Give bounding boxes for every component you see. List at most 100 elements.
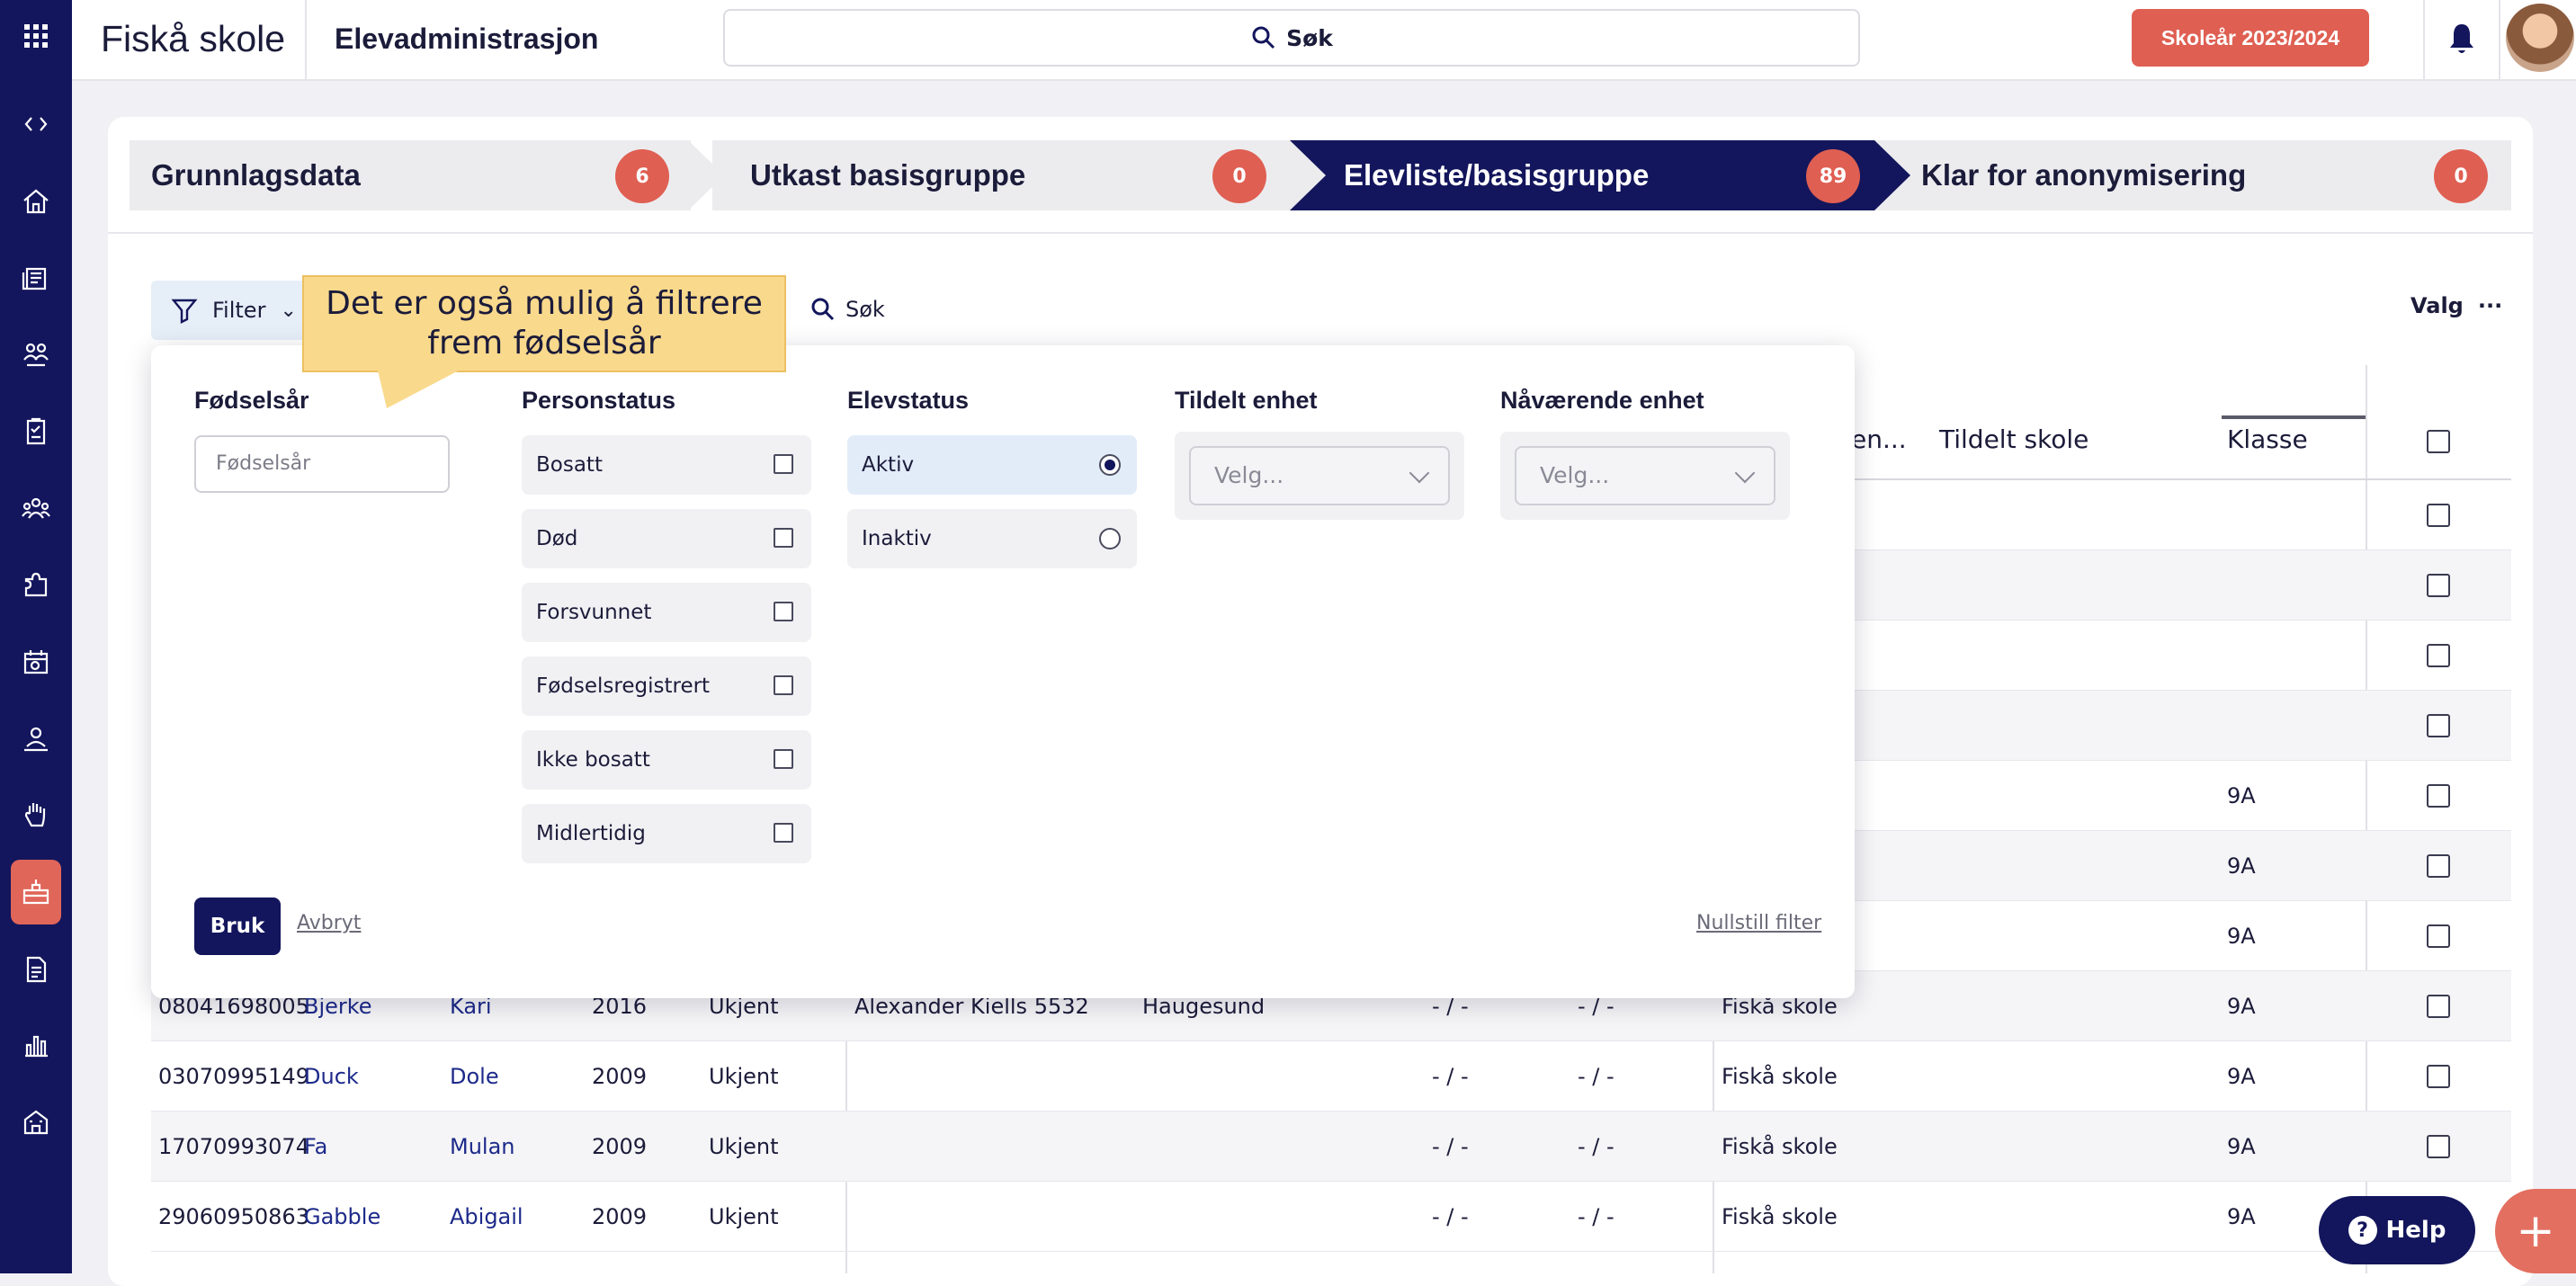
group-icon[interactable] — [11, 322, 61, 387]
cell-date: - / - — [1578, 1204, 1614, 1229]
cell-klasse: 9A — [2227, 1064, 2256, 1089]
cell-last-name[interactable]: Duck — [304, 1041, 359, 1112]
fodselsar-input[interactable]: Fødselsår — [194, 435, 450, 493]
puzzle-icon[interactable] — [11, 552, 61, 617]
navaerende-enhet-select[interactable]: Velg... — [1515, 446, 1775, 505]
row-checkbox[interactable] — [2427, 574, 2450, 597]
cell-klasse: 9A — [2227, 783, 2256, 808]
select-placeholder: Velg... — [1214, 462, 1284, 488]
personstatus-heading: Personstatus — [522, 387, 676, 414]
calendar-icon[interactable] — [11, 630, 61, 694]
elevstatus-option-aktiv[interactable]: Aktiv — [847, 435, 1137, 495]
apps-grid-icon[interactable] — [11, 4, 61, 68]
add-button[interactable]: + — [2495, 1189, 2576, 1273]
bar-chart-icon[interactable] — [11, 1013, 61, 1077]
option-label: Forsvunnet — [536, 601, 652, 624]
column-header[interactable]: en... — [1851, 405, 1907, 475]
row-checkbox[interactable] — [2427, 504, 2450, 527]
cancel-link[interactable]: Avbryt — [297, 912, 361, 934]
row-checkbox[interactable] — [2427, 995, 2450, 1018]
row-checkbox[interactable] — [2427, 714, 2450, 737]
global-search[interactable]: Søk — [723, 9, 1860, 67]
hand-icon[interactable] — [11, 782, 61, 847]
step-utkast-basisgruppe[interactable]: Utkast basisgruppe 0 — [712, 140, 1290, 210]
code-toggle-icon[interactable] — [11, 92, 61, 156]
divider — [108, 232, 2533, 234]
school-year-button[interactable]: Skoleår 2023/2024 — [2132, 9, 2369, 67]
sidebar — [0, 0, 72, 1273]
cell-last-name[interactable]: Gabble — [304, 1182, 380, 1252]
cell-last-name[interactable]: Fa — [304, 1112, 327, 1182]
elevstatus-option-inaktiv[interactable]: Inaktiv — [847, 509, 1137, 568]
step-elevliste-basisgruppe[interactable]: Elevliste/basisgruppe 89 — [1290, 140, 1874, 210]
valg-label: Valg — [2411, 293, 2464, 318]
home-icon[interactable] — [11, 169, 61, 234]
search-icon — [1252, 26, 1275, 49]
select-all-checkbox[interactable] — [2427, 430, 2450, 453]
column-header-klasse[interactable]: Klasse — [2227, 405, 2308, 475]
divider — [2423, 0, 2425, 79]
checklist-icon[interactable] — [11, 399, 61, 464]
valg-menu[interactable]: Valg ··· — [2411, 293, 2502, 318]
row-checkbox[interactable] — [2427, 644, 2450, 667]
option-label: Midlertidig — [536, 822, 646, 845]
cell-status: Ukjent — [709, 1204, 779, 1229]
step-grunnlagsdata[interactable]: Grunnlagsdata 6 — [130, 140, 691, 210]
news-icon[interactable] — [11, 246, 61, 311]
filter-button[interactable]: Filter ⌄ — [151, 281, 318, 340]
cell-klasse: 9A — [2227, 853, 2256, 879]
row-checkbox[interactable] — [2427, 924, 2450, 948]
bell-icon[interactable] — [2439, 16, 2484, 61]
building-icon[interactable] — [11, 1090, 61, 1155]
checkbox[interactable] — [774, 749, 793, 769]
step-klar-for-anonymisering[interactable]: Klar for anonymisering 0 — [1914, 140, 2511, 210]
reset-filter-link[interactable]: Nullstill filter — [1696, 912, 1821, 934]
checkbox[interactable] — [774, 602, 793, 621]
cell-date: - / - — [1578, 1064, 1614, 1089]
user-avatar[interactable] — [2506, 4, 2574, 72]
option-label: Ikke bosatt — [536, 748, 650, 772]
radio-button[interactable] — [1099, 454, 1121, 476]
step-separator — [1290, 140, 1326, 210]
tildelt-enhet-select[interactable]: Velg... — [1189, 446, 1450, 505]
column-header-tildelt-skole[interactable]: Tildelt skole — [1939, 405, 2089, 475]
option-label: Bosatt — [536, 453, 603, 477]
cell-first-name[interactable]: Abigail — [450, 1182, 523, 1252]
row-checkbox[interactable] — [2427, 1065, 2450, 1088]
step-label: Grunnlagsdata — [151, 158, 361, 192]
checkbox[interactable] — [774, 454, 793, 474]
personstatus-option-dod[interactable]: Død — [522, 509, 811, 568]
navaerende-enhet-wrapper: Velg... — [1500, 432, 1790, 520]
cell-school: Fiskå skole — [1722, 1064, 1838, 1089]
document-icon[interactable] — [11, 937, 61, 1002]
module-title: Elevadministrasjon — [335, 22, 599, 55]
row-checkbox[interactable] — [2427, 1135, 2450, 1158]
fodselsar-heading: Fødselsår — [194, 387, 309, 414]
school-admin-icon[interactable] — [11, 860, 61, 924]
help-button[interactable]: ? Help — [2319, 1196, 2475, 1264]
tooltip-callout: Det er også mulig å filtrere frem fødsel… — [302, 275, 786, 372]
chevron-down-icon — [1734, 462, 1756, 484]
apply-button[interactable]: Bruk — [194, 898, 281, 955]
chevron-down-icon: ⌄ — [280, 299, 297, 322]
checkbox[interactable] — [774, 823, 793, 843]
checkbox[interactable] — [774, 528, 793, 548]
personstatus-option-fodselsregistrert[interactable]: Fødselsregistrert — [522, 656, 811, 716]
row-checkbox[interactable] — [2427, 784, 2450, 808]
cell-first-name[interactable]: Dole — [450, 1041, 499, 1112]
personstatus-option-bosatt[interactable]: Bosatt — [522, 435, 811, 495]
personstatus-option-midlertidig[interactable]: Midlertidig — [522, 804, 811, 863]
cell-status: Ukjent — [709, 1064, 779, 1089]
personstatus-option-forsvunnet[interactable]: Forsvunnet — [522, 583, 811, 642]
row-checkbox[interactable] — [2427, 854, 2450, 878]
radio-button[interactable] — [1099, 528, 1121, 549]
personstatus-option-ikke-bosatt[interactable]: Ikke bosatt — [522, 730, 811, 790]
person-icon[interactable] — [11, 707, 61, 772]
cell-first-name[interactable]: Mulan — [450, 1112, 515, 1182]
cell-date: - / - — [1432, 1204, 1469, 1229]
cell-klasse: 9A — [2227, 1204, 2256, 1229]
checkbox[interactable] — [774, 675, 793, 695]
table-search[interactable]: Søk — [809, 291, 885, 327]
step-label: Utkast basisgruppe — [750, 158, 1026, 192]
people-icon[interactable] — [11, 477, 61, 541]
